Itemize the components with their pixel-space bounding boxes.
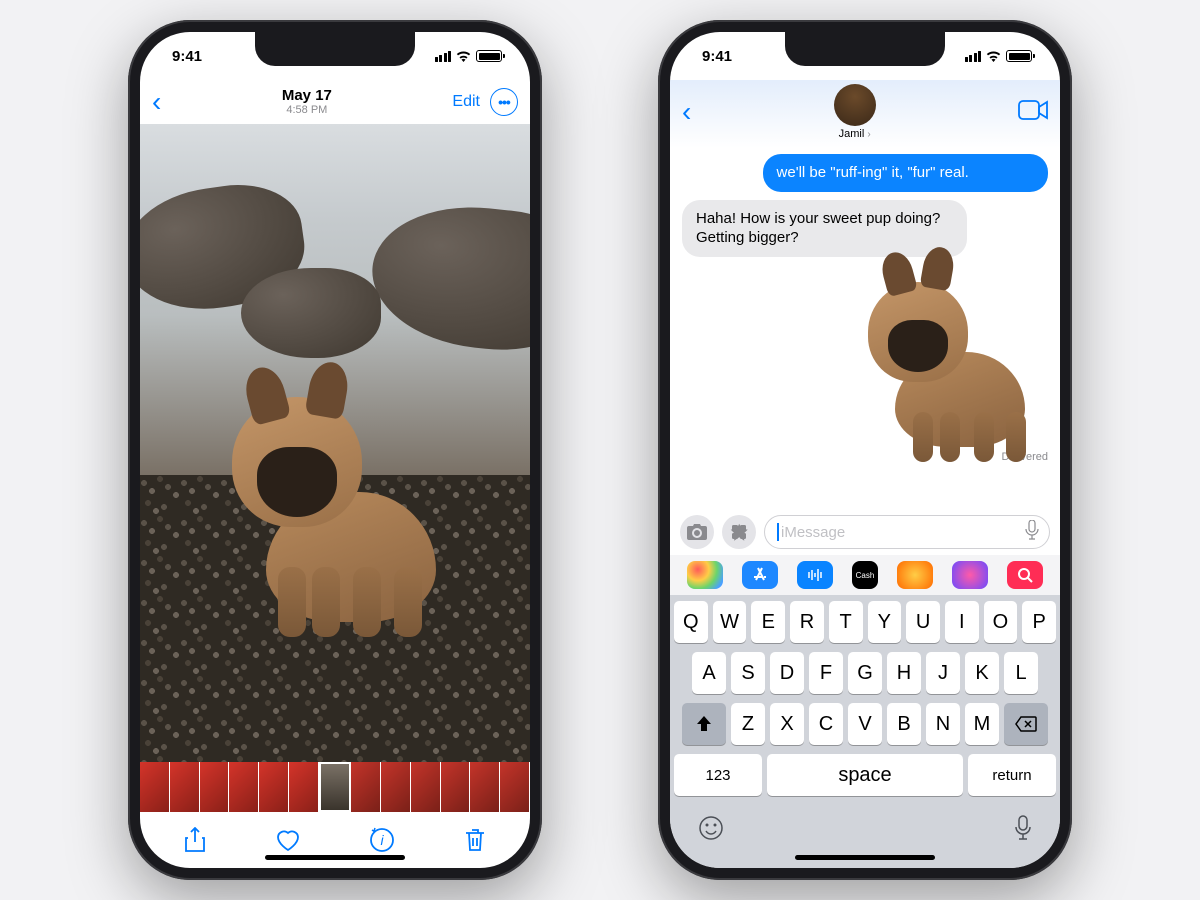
apple-cash-icon[interactable]: Cash: [852, 561, 879, 589]
more-button[interactable]: •••: [490, 88, 518, 116]
home-indicator[interactable]: [265, 855, 405, 860]
space-key[interactable]: space: [767, 754, 963, 796]
key-h[interactable]: H: [887, 652, 921, 694]
key-c[interactable]: C: [809, 703, 843, 745]
key-a[interactable]: A: [692, 652, 726, 694]
battery-icon: [1006, 50, 1032, 62]
status-time: 9:41: [172, 48, 202, 65]
iphone-photos: 9:41 ‹ May 17 4:58 PM Edit •••: [128, 20, 542, 880]
contact-name[interactable]: Jamil ›: [839, 128, 871, 140]
key-p[interactable]: P: [1022, 601, 1056, 643]
cellular-icon: [435, 51, 452, 62]
share-button[interactable]: [180, 825, 210, 855]
cellular-icon: [965, 51, 982, 62]
app-drawer-button[interactable]: [722, 515, 756, 549]
home-indicator[interactable]: [795, 855, 935, 860]
edit-button[interactable]: Edit: [452, 93, 480, 111]
notch: [255, 32, 415, 66]
keyboard: QWERTYUIOP ASDFGHJKL ZXCVBNM 123 space r…: [670, 595, 1060, 868]
svg-text:i: i: [380, 832, 384, 848]
photo-title: May 17 4:58 PM: [282, 88, 332, 117]
key-s[interactable]: S: [731, 652, 765, 694]
key-q[interactable]: Q: [674, 601, 708, 643]
sent-message[interactable]: we'll be "ruff-ing" it, "fur" real.: [763, 154, 1048, 192]
return-key[interactable]: return: [968, 754, 1056, 796]
appstore-app-icon[interactable]: [742, 561, 778, 589]
input-placeholder: iMessage: [781, 524, 845, 541]
key-f[interactable]: F: [809, 652, 843, 694]
key-l[interactable]: L: [1004, 652, 1038, 694]
battery-icon: [476, 50, 502, 62]
key-n[interactable]: N: [926, 703, 960, 745]
key-w[interactable]: W: [713, 601, 747, 643]
key-v[interactable]: V: [848, 703, 882, 745]
status-time: 9:41: [702, 48, 732, 65]
iphone-messages: 9:41 ‹ Jamil › we'll be "ruff-ing" it, "…: [658, 20, 1072, 880]
messages-header: ‹ Jamil ›: [670, 80, 1060, 148]
message-input[interactable]: iMessage: [764, 515, 1050, 549]
key-u[interactable]: U: [906, 601, 940, 643]
thumbnail-strip[interactable]: [140, 762, 530, 812]
photo-time: 4:58 PM: [282, 104, 332, 116]
received-message[interactable]: Haha! How is your sweet pup doing? Getti…: [682, 200, 967, 257]
key-g[interactable]: G: [848, 652, 882, 694]
memoji-app-icon[interactable]: [897, 561, 933, 589]
key-b[interactable]: B: [887, 703, 921, 745]
key-e[interactable]: E: [751, 601, 785, 643]
dictation-icon[interactable]: [1025, 520, 1039, 544]
key-j[interactable]: J: [926, 652, 960, 694]
notch: [785, 32, 945, 66]
camera-button[interactable]: [680, 515, 714, 549]
mic-key[interactable]: [1014, 815, 1032, 846]
facetime-button[interactable]: [1018, 100, 1048, 125]
key-r[interactable]: R: [790, 601, 824, 643]
delete-button[interactable]: [460, 825, 490, 855]
back-button[interactable]: ‹: [152, 86, 161, 118]
emoji-key[interactable]: [698, 815, 724, 846]
key-x[interactable]: X: [770, 703, 804, 745]
key-d[interactable]: D: [770, 652, 804, 694]
compose-row: iMessage: [670, 509, 1060, 555]
back-button[interactable]: ‹: [682, 96, 691, 128]
dog-photo-subject: [220, 372, 450, 622]
key-t[interactable]: T: [829, 601, 863, 643]
stickers-app-icon[interactable]: [952, 561, 988, 589]
contact-avatar[interactable]: [834, 84, 876, 126]
delete-key[interactable]: [1004, 703, 1048, 745]
key-z[interactable]: Z: [731, 703, 765, 745]
wifi-icon: [985, 50, 1002, 62]
photos-header: ‹ May 17 4:58 PM Edit •••: [140, 80, 530, 124]
search-app-icon[interactable]: [1007, 561, 1043, 589]
numbers-key[interactable]: 123: [674, 754, 762, 796]
key-i[interactable]: I: [945, 601, 979, 643]
favorite-button[interactable]: [273, 825, 303, 855]
key-y[interactable]: Y: [868, 601, 902, 643]
key-o[interactable]: O: [984, 601, 1018, 643]
key-k[interactable]: K: [965, 652, 999, 694]
photo-date: May 17: [282, 88, 332, 105]
shift-key[interactable]: [682, 703, 726, 745]
photo-viewer[interactable]: [140, 124, 530, 762]
wifi-icon: [455, 50, 472, 62]
audio-app-icon[interactable]: [797, 561, 833, 589]
photos-app-icon[interactable]: [687, 561, 723, 589]
imessage-app-strip: Cash: [670, 555, 1060, 595]
conversation-body[interactable]: we'll be "ruff-ing" it, "fur" real. Haha…: [670, 148, 1060, 509]
key-m[interactable]: M: [965, 703, 999, 745]
info-button[interactable]: i: [367, 825, 397, 855]
sent-sticker[interactable]: [868, 267, 1048, 447]
